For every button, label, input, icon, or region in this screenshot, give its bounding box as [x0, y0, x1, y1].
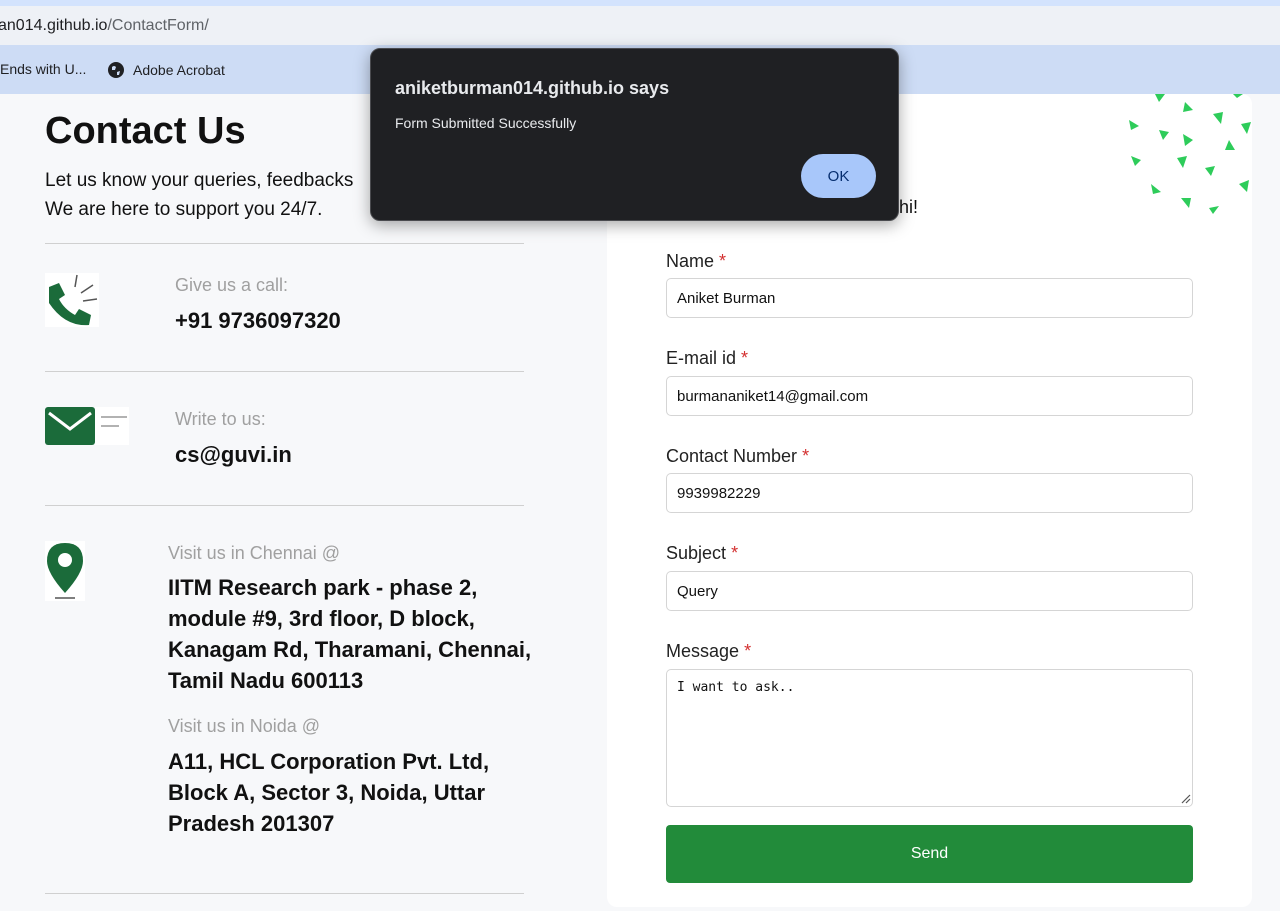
required-asterisk: * [802, 446, 810, 466]
divider [45, 893, 524, 894]
contact-number-label: Contact Number * [666, 446, 810, 466]
address-line: Tamil Nadu 600113 [168, 668, 364, 693]
bookmark-adobe-acrobat[interactable]: Adobe Acrobat [107, 61, 225, 79]
message-label: Message * [666, 641, 752, 661]
required-asterisk: * [719, 251, 727, 271]
location-pin-icon [45, 541, 85, 606]
bookmark-label: Ends with U... [0, 61, 87, 77]
page-title: Contact Us [45, 110, 246, 152]
email-input[interactable] [666, 376, 1193, 416]
bookmark-label: Adobe Acrobat [133, 62, 225, 78]
globe-icon [108, 62, 124, 78]
bookmark-ends-with[interactable]: Ends with U... [0, 61, 86, 77]
chennai-address: IITM Research park - phase 2, module #9,… [168, 572, 531, 696]
address-line: Kanagam Rd, Tharamani, Chennai, [168, 637, 532, 662]
url-path: /ContactForm/ [107, 17, 209, 34]
intro-line-1: Let us know your queries, feedbacks [45, 170, 354, 191]
call-label: Give us a call: [175, 275, 289, 295]
intro-text: Let us know your queries, feedbacks We a… [45, 166, 353, 224]
address-line: Pradesh 201307 [168, 811, 335, 836]
noida-label: Visit us in Noida @ [168, 716, 321, 736]
email-label: Write to us: [175, 409, 266, 429]
noida-address: A11, HCL Corporation Pvt. Ltd, Block A, … [168, 746, 489, 839]
email-label: E-mail id * [666, 348, 749, 368]
contact-number-input[interactable] [666, 473, 1193, 513]
url-text[interactable]: an014.github.io/ContactForm/ [0, 17, 209, 35]
required-asterisk: * [744, 641, 752, 661]
envelope-icon [45, 407, 129, 450]
dialog-message: Form Submitted Successfully [395, 115, 577, 131]
address-bar[interactable]: an014.github.io/ContactForm/ [0, 6, 1280, 45]
subject-label: Subject * [666, 543, 739, 563]
chennai-label: Visit us in Chennai @ [168, 543, 341, 563]
phone-number[interactable]: +91 9736097320 [175, 305, 341, 336]
divider [45, 505, 524, 506]
confetti-decoration-icon [1129, 94, 1251, 214]
message-textarea[interactable]: I want to ask.. [666, 669, 1193, 807]
name-label: Name * [666, 251, 727, 271]
required-asterisk: * [731, 543, 739, 563]
name-input[interactable] [666, 278, 1193, 318]
required-asterisk: * [741, 348, 749, 368]
divider [45, 243, 524, 244]
send-button[interactable]: Send [666, 825, 1193, 883]
phone-icon [45, 273, 99, 332]
address-line: A11, HCL Corporation Pvt. Ltd, [168, 749, 490, 774]
intro-line-2: We are here to support you 24/7. [45, 199, 323, 220]
address-line: module #9, 3rd floor, D block, [168, 606, 475, 631]
dialog-title: aniketburman014.github.io says [395, 78, 670, 98]
divider [45, 371, 524, 372]
email-address[interactable]: cs@guvi.in [175, 439, 292, 470]
partially-hidden-text: hi! [899, 197, 919, 217]
alert-dialog: aniketburman014.github.io says Form Subm… [370, 48, 899, 221]
resize-grip-icon[interactable] [1181, 794, 1191, 804]
url-host: an014.github.io [0, 17, 108, 34]
address-line: IITM Research park - phase 2, [168, 575, 478, 600]
address-line: Block A, Sector 3, Noida, Uttar [168, 780, 486, 805]
ok-button[interactable]: OK [801, 154, 876, 198]
subject-input[interactable] [666, 571, 1193, 611]
